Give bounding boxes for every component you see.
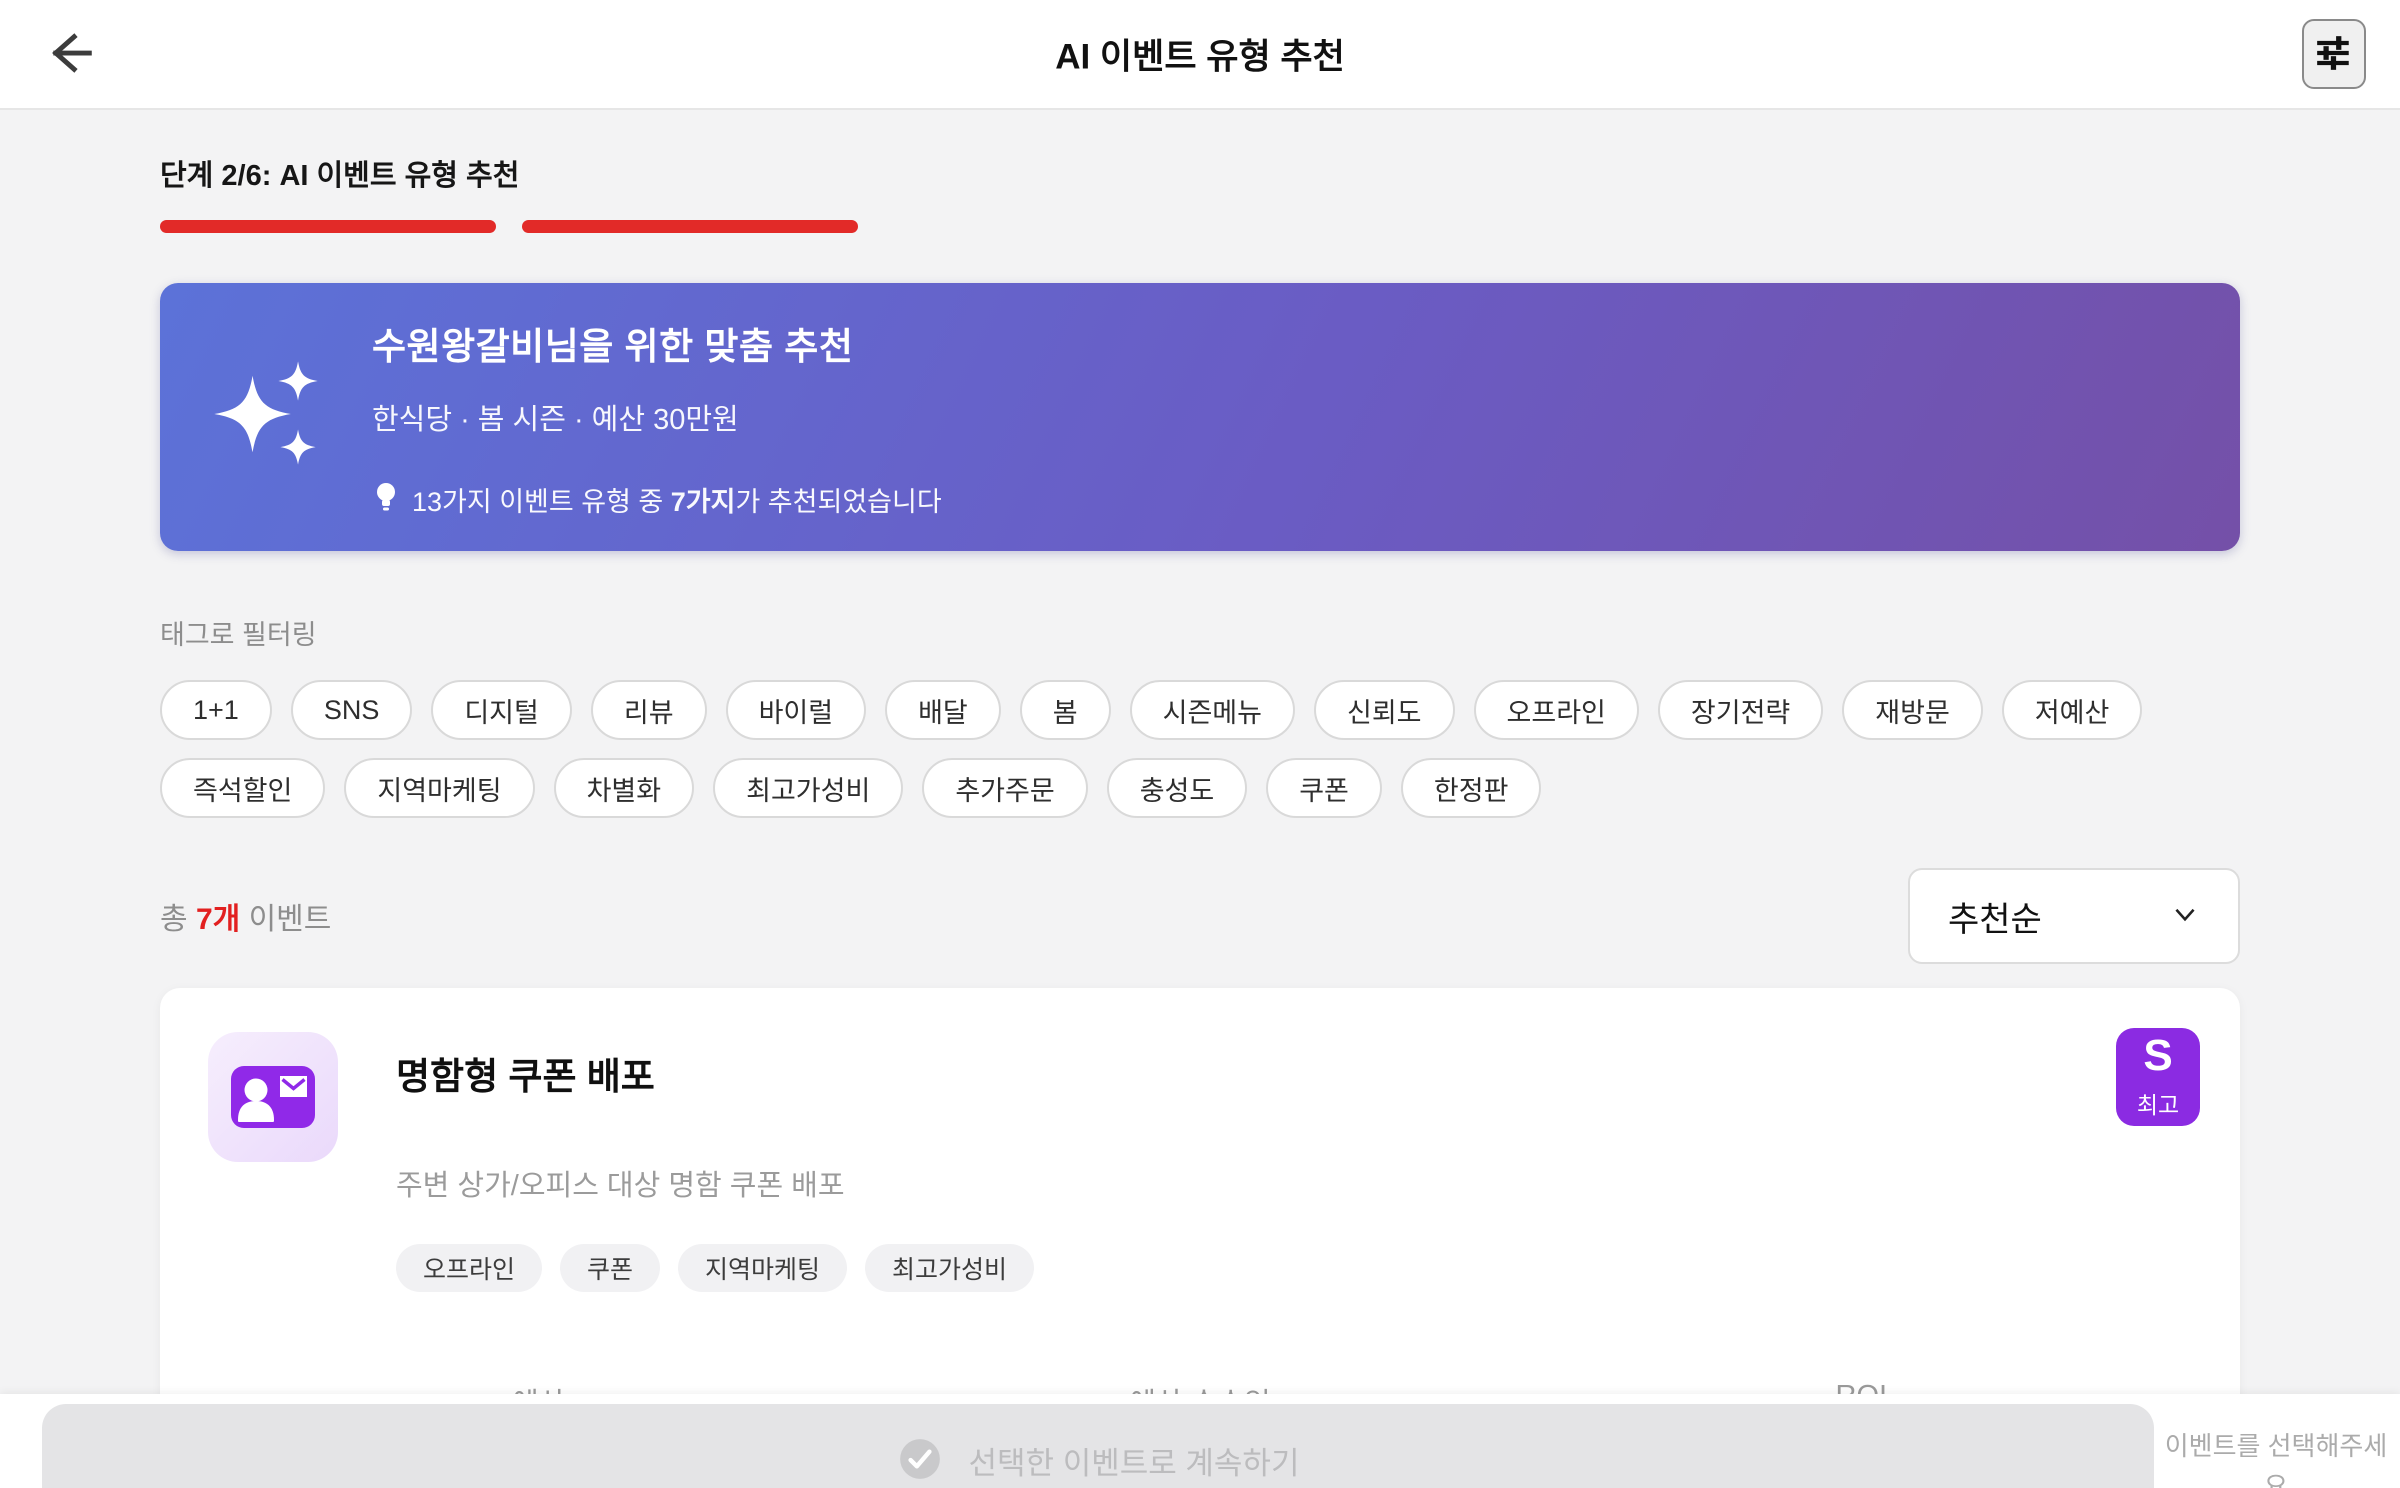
tag-chip[interactable]: 오프라인 [1473, 680, 1639, 740]
tag-chip[interactable]: 디지털 [431, 680, 572, 740]
tag-chip[interactable]: 충성도 [1106, 758, 1248, 818]
banner-title: 수원왕갈비님을 위한 맞춤 추천 [372, 325, 854, 367]
lightbulb-icon [372, 480, 400, 519]
check-circle-icon [897, 1436, 943, 1485]
tag-chip[interactable]: 재방문 [1842, 680, 1983, 740]
tag-chip[interactable]: 봄 [1019, 680, 1111, 740]
event-tag: 최고가성비 [865, 1244, 1035, 1292]
progress-bar [160, 220, 2240, 233]
tag-chip[interactable]: 리뷰 [590, 680, 707, 740]
grade-label: 최고 [2136, 1092, 2180, 1118]
banner-subtitle: 한식당 · 봄 시즌 · 예산 30만원 [372, 403, 739, 436]
event-tag: 지역마케팅 [678, 1244, 848, 1292]
banner-note: 13가지 이벤트 유형 중 7가지가 추천되었습니다 [372, 480, 942, 519]
progress-segment [160, 220, 496, 233]
event-title: 명함형 쿠폰 배포 [396, 1056, 655, 1097]
arrow-left-icon [46, 27, 98, 82]
sparkles-icon [204, 351, 328, 475]
tag-chip[interactable]: 바이럴 [725, 680, 867, 740]
tag-chip[interactable]: 장기전략 [1657, 680, 1824, 740]
chevron-down-icon [2170, 899, 2200, 934]
banner-texts: 수원왕갈비님을 위한 맞춤 추천 한식당 · 봄 시즌 · 예산 30만원 13… [372, 316, 942, 519]
tag-chip[interactable]: 추가주문 [922, 758, 1088, 818]
header: AI 이벤트 유형 추천 [0, 0, 2400, 110]
business-card-icon [208, 1032, 338, 1162]
event-tag: 오프라인 [396, 1244, 543, 1292]
tag-chip[interactable]: 최고가성비 [713, 758, 904, 818]
event-card-main: 명함형 쿠폰 배포 주변 상가/오피스 대상 명함 쿠폰 배포 오프라인 쿠폰 … [396, 1032, 2192, 1292]
tag-chip[interactable]: 즉석할인 [160, 758, 326, 818]
sliders-icon [2314, 33, 2354, 76]
tag-chip[interactable]: 저예산 [2001, 680, 2143, 740]
filter-settings-button[interactable] [2302, 19, 2366, 89]
event-description: 주변 상가/오피스 대상 명함 쿠폰 배포 [396, 1170, 845, 1202]
event-count-number: 7개 [195, 903, 241, 936]
event-count-text: 총 7개 이벤트 [160, 903, 332, 936]
continue-button[interactable]: 선택한 이벤트로 계속하기 [42, 1404, 2154, 1488]
event-card-head: 명함형 쿠폰 배포 주변 상가/오피스 대상 명함 쿠폰 배포 오프라인 쿠폰 … [208, 1032, 2192, 1292]
grade-badge: S 최고 [2116, 1028, 2200, 1126]
tag-chip[interactable]: SNS [290, 680, 413, 740]
page-title: AI 이벤트 유형 추천 [1055, 37, 1345, 77]
tag-chip[interactable]: 배달 [885, 680, 1001, 740]
selection-hint: 이벤트를 선택해주세요 [2164, 1431, 2388, 1488]
step-label: 단계 2/6: AI 이벤트 유형 추천 [160, 160, 520, 192]
tag-chip[interactable]: 지역마케팅 [344, 758, 535, 818]
event-tags: 오프라인 쿠폰 지역마케팅 최고가성비 [396, 1244, 2192, 1292]
back-button[interactable] [44, 26, 100, 82]
tag-chip[interactable]: 쿠폰 [1266, 758, 1382, 818]
bottom-bar: 선택한 이벤트로 계속하기 이벤트를 선택해주세요 [0, 1394, 2400, 1488]
recommendation-banner: 수원왕갈비님을 위한 맞춤 추천 한식당 · 봄 시즌 · 예산 30만원 13… [160, 283, 2240, 551]
continue-button-label: 선택한 이벤트로 계속하기 [968, 1445, 1300, 1481]
filter-label: 태그로 필터링 [160, 620, 317, 650]
summary-row: 총 7개 이벤트 추천순 [160, 868, 2240, 964]
grade-letter: S [2143, 1031, 2173, 1080]
content: 단계 2/6: AI 이벤트 유형 추천 수원왕갈비님을 위한 맞춤 추천 한식… [0, 152, 2400, 1488]
tag-chip[interactable]: 시즌메뉴 [1129, 680, 1295, 740]
tag-filter-chips: 1+1 SNS 디지털 리뷰 바이럴 배달 봄 시즌메뉴 신뢰도 오프라인 장기… [160, 680, 2240, 818]
tag-chip[interactable]: 신뢰도 [1314, 680, 1455, 740]
sort-selected-value: 추천순 [1948, 900, 2042, 939]
banner-note-text: 13가지 이벤트 유형 중 7가지가 추천되었습니다 [412, 486, 942, 517]
event-tag: 쿠폰 [560, 1244, 661, 1292]
progress-segment [522, 220, 858, 233]
tag-chip[interactable]: 한정판 [1400, 758, 1542, 818]
sort-dropdown[interactable]: 추천순 [1908, 868, 2240, 964]
tag-chip[interactable]: 1+1 [160, 680, 272, 740]
tag-chip[interactable]: 차별화 [553, 758, 695, 818]
page: AI 이벤트 유형 추천 단계 2/6: AI 이벤트 유형 추천 수원왕갈비님… [0, 0, 2400, 1488]
